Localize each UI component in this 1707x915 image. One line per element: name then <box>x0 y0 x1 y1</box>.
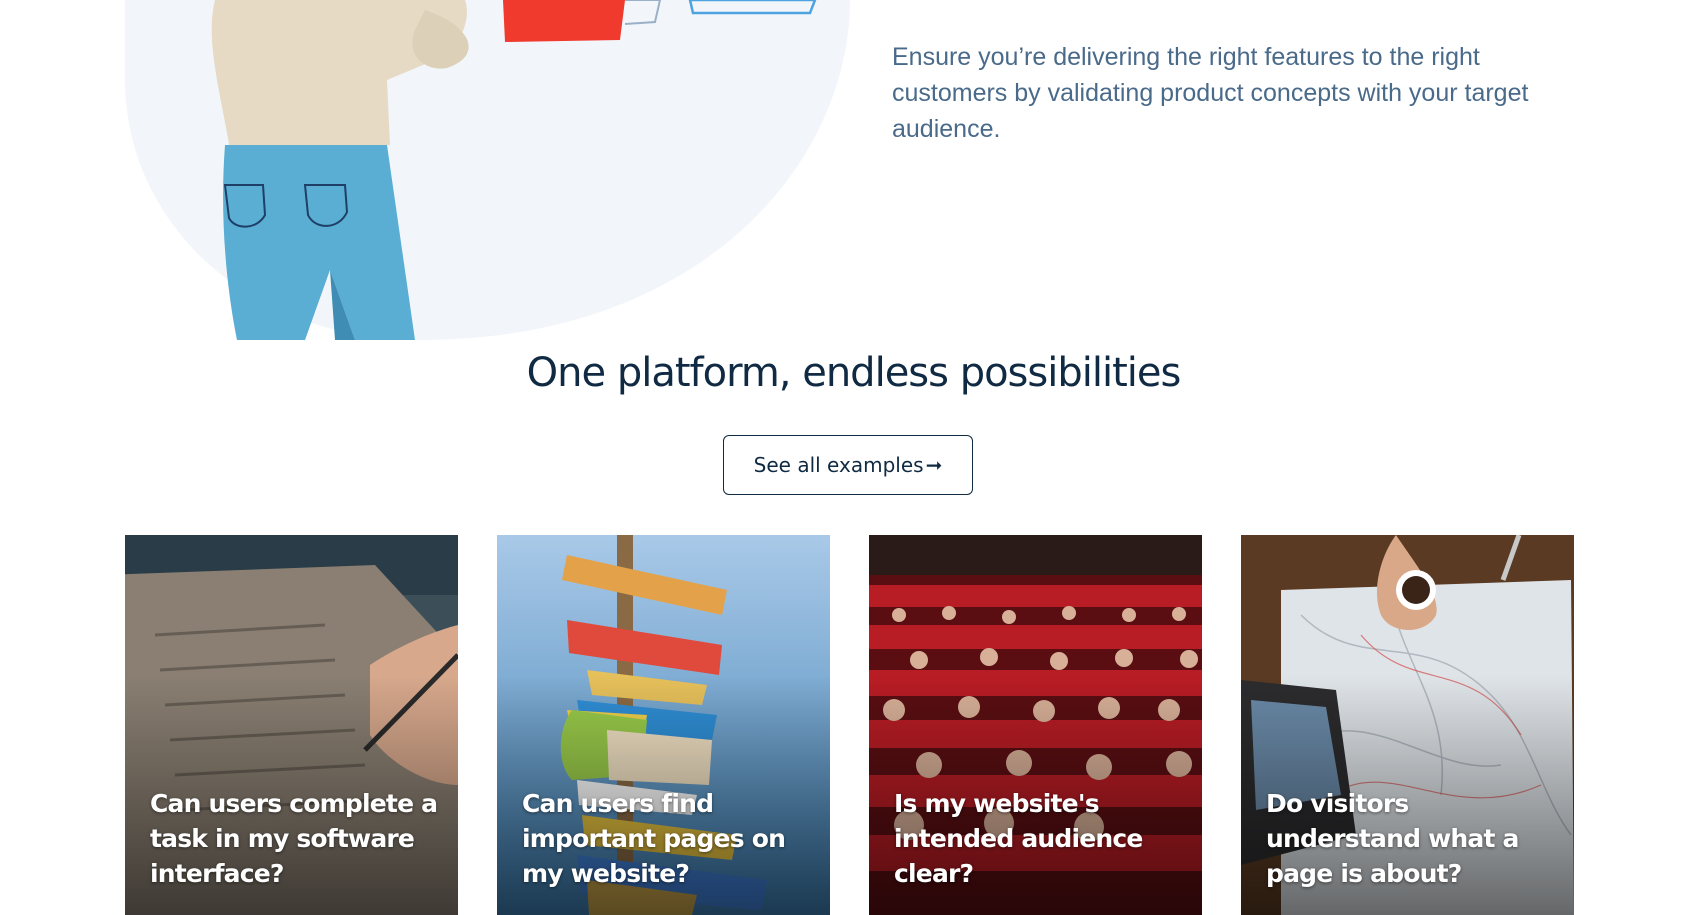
section-title: One platform, endless possibilities <box>526 350 1182 396</box>
card-caption: Can users complete a task in my software… <box>150 789 438 888</box>
see-all-examples-label: See all examples <box>753 453 924 477</box>
hero-description: Ensure you’re delivering the right featu… <box>892 43 1529 143</box>
hero-illustration <box>125 0 850 340</box>
red-card-shape <box>503 0 625 42</box>
card-caption: Is my website's intended audience clear? <box>894 789 1143 888</box>
example-card[interactable]: Is my website's intended audience clear? <box>869 535 1202 915</box>
example-card[interactable]: Can users complete a task in my software… <box>125 535 458 915</box>
example-cards: Can users complete a task in my software… <box>0 535 1707 915</box>
arrow-right-icon: ➞ <box>925 453 943 477</box>
card-caption: Can users find important pages on my web… <box>522 789 786 888</box>
example-card[interactable]: Do visitors understand what a page is ab… <box>1241 535 1574 915</box>
card-caption: Do visitors understand what a page is ab… <box>1266 789 1519 888</box>
example-card[interactable]: Can users find important pages on my web… <box>497 535 830 915</box>
see-all-examples-button[interactable]: See all examples ➞ <box>723 435 973 495</box>
